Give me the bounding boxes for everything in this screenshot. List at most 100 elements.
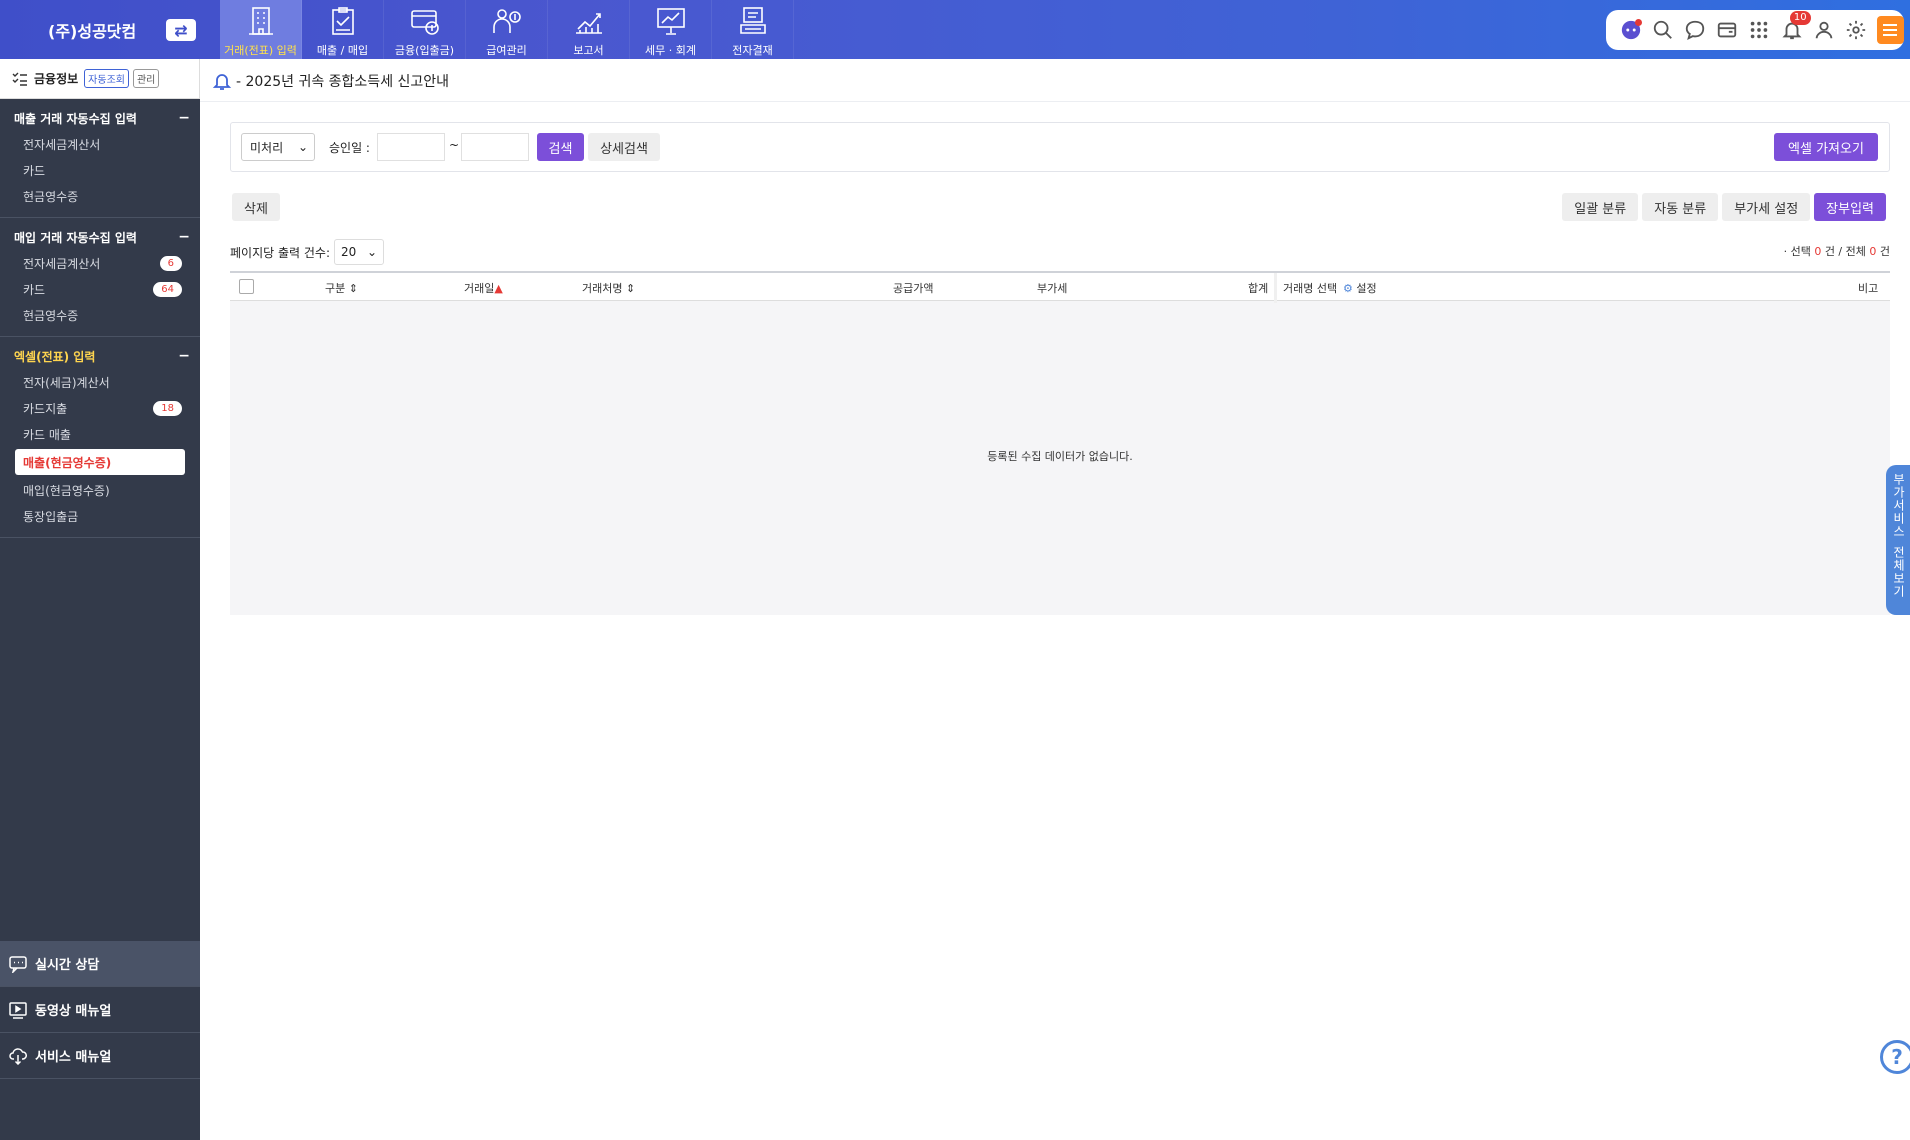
sidebar-item-purchase-tax-invoice[interactable]: 전자세금계산서 6 — [0, 250, 200, 276]
company-name[interactable]: (주)성공닷컴 — [48, 18, 136, 42]
hamburger-icon — [1883, 34, 1898, 36]
sidebar-item-purchase-cash-receipt[interactable]: 현금영수증 — [0, 302, 200, 328]
menu-label: 금융(입출금) — [394, 44, 455, 57]
hamburger-menu-button[interactable] — [1876, 16, 1904, 44]
menu-payroll[interactable]: 급여관리 — [466, 0, 548, 59]
user-button[interactable] — [1811, 17, 1837, 44]
menu-finance[interactable]: 금융(입출금) — [384, 0, 466, 59]
checklist-icon — [12, 72, 27, 86]
video-manual-link[interactable]: 동영상 매뉴얼 — [0, 987, 200, 1033]
menu-sales-purchase[interactable]: 매출 / 매입 — [302, 0, 384, 59]
count-badge: 18 — [153, 400, 182, 416]
sidebar-item-sales-cash-receipt[interactable]: 현금영수증 — [0, 183, 200, 209]
hamburger-icon — [1883, 24, 1898, 26]
count-suffix: 건 — [1879, 245, 1890, 258]
manage-button[interactable]: 관리 — [132, 69, 160, 88]
col-vendor-sort[interactable]: 거래처명 ⇕ — [582, 280, 635, 296]
presentation-icon — [656, 8, 685, 35]
sidebar-item-purchase-cash-receipt-excel[interactable]: 매입(현금영수증) — [0, 477, 200, 503]
cloud-download-icon — [9, 1047, 27, 1065]
video-manual-label: 동영상 매뉴얼 — [35, 1004, 112, 1019]
sidebar: 금융정보 자동조회 관리 매출 거래 자동수집 입력 − 전자세금계산서 카드 현… — [0, 59, 200, 1140]
sidebar-item-sales-card[interactable]: 카드 — [0, 157, 200, 183]
swap-icon[interactable]: ⇄ — [166, 19, 196, 41]
count-badge: 6 — [159, 255, 182, 271]
notice-banner[interactable]: - 2025년 귀속 종합소득세 신고안내 — [212, 69, 449, 93]
collapse-icon[interactable]: − — [178, 229, 190, 245]
notification-button[interactable]: 10 — [1779, 10, 1811, 44]
search-icon — [1653, 20, 1673, 39]
delete-button[interactable]: 삭제 — [232, 193, 280, 221]
approval-date-label: 승인일 : — [329, 141, 370, 155]
new-dot — [1635, 18, 1643, 26]
ledger-entry-button[interactable]: 장부입력 — [1814, 193, 1886, 221]
sidebar-group-title[interactable]: 매출 거래 자동수집 입력 − — [0, 105, 200, 131]
col-date-sort[interactable]: 거래일▲ — [464, 280, 503, 296]
sidebar-group-sales-auto: 매출 거래 자동수집 입력 − 전자세금계산서 카드 현금영수증 — [0, 99, 200, 218]
data-table: 구분 ⇕ 거래일▲ 거래처명 ⇕ 공급가액 부가세 합계 거래명 선택 ⚙ 설정… — [230, 271, 1890, 615]
menu-voucher-entry[interactable]: 거래(전표) 입력 — [220, 0, 302, 59]
extra-services-tab[interactable]: 부가서비스 전체보기 — [1886, 465, 1910, 615]
search-button[interactable]: 검색 — [537, 133, 584, 161]
menu-report[interactable]: 보고서 — [548, 0, 630, 59]
settings-button[interactable] — [1843, 17, 1869, 44]
sidebar-item-bank-transactions[interactable]: 통장입출금 — [0, 503, 200, 529]
total-count: 0 — [1869, 245, 1877, 258]
end-date-input[interactable] — [461, 133, 529, 161]
start-date-input[interactable] — [377, 133, 445, 161]
sidebar-item-label: 카드 — [23, 163, 46, 178]
sidebar-item-label: 전자세금계산서 — [23, 137, 101, 152]
service-manual-link[interactable]: 서비스 매뉴얼 — [0, 1033, 200, 1079]
extra-services-label: 부가서비스 — [1891, 473, 1906, 538]
status-select[interactable]: 미처리 ⌄ — [241, 133, 315, 161]
main-content: - 2025년 귀속 종합소득세 신고안내 미처리 ⌄ 승인일 : ~ 검색 상… — [200, 59, 1910, 1140]
selection-count: · 선택 0 건 / 전체 0 건 — [1784, 243, 1890, 259]
empty-table-message: 등록된 수집 데이터가 없습니다. — [987, 450, 1133, 463]
menu-tax-accounting[interactable]: 세무 · 회계 — [630, 0, 712, 59]
sidebar-item-card-expense[interactable]: 카드지출 18 — [0, 395, 200, 421]
select-all-checkbox[interactable] — [239, 279, 254, 294]
status-select-value: 미처리 — [250, 140, 284, 155]
advanced-search-button[interactable]: 상세검색 — [588, 133, 660, 161]
menu-e-approval[interactable]: 전자결재 — [712, 0, 794, 59]
sidebar-item-label: 매출(현금영수증) — [23, 455, 112, 470]
group-title-text: 엑셀(전표) 입력 — [14, 349, 96, 364]
menu-label: 급여관리 — [486, 44, 527, 57]
payroll-icon — [492, 9, 521, 33]
count-prefix: · 선택 — [1783, 245, 1811, 258]
search-button[interactable] — [1650, 17, 1676, 44]
table-header: 구분 ⇕ 거래일▲ 거래처명 ⇕ 공급가액 부가세 합계 거래명 선택 ⚙ 설정… — [230, 271, 1890, 303]
vat-setting-button[interactable]: 부가세 설정 — [1722, 193, 1811, 221]
sidebar-item-e-invoice[interactable]: 전자(세금)계산서 — [0, 369, 200, 395]
gear-icon — [1846, 20, 1865, 40]
per-page-select[interactable]: 20 ⌄ — [334, 239, 384, 265]
clipboard-check-icon — [331, 7, 354, 35]
live-chat-link[interactable]: 실시간 상담 — [0, 941, 200, 987]
sidebar-group-title[interactable]: 엑셀(전표) 입력 − — [0, 343, 200, 369]
auto-classify-button[interactable]: 자동 분류 — [1642, 193, 1719, 221]
chevron-down-icon: ⌄ — [297, 140, 308, 154]
sort-asc-icon: ▲ — [494, 282, 503, 295]
chatbot-button[interactable] — [1618, 17, 1644, 44]
import-excel-button[interactable]: 엑셀 가져오기 — [1774, 133, 1878, 161]
menu-label: 보고서 — [573, 44, 604, 57]
divider — [200, 101, 1910, 102]
col-type-sort[interactable]: 구분 ⇕ — [325, 280, 358, 296]
bulk-classify-button[interactable]: 일괄 분류 — [1562, 193, 1639, 221]
sidebar-bottom-links: 실시간 상담 동영상 매뉴얼 서비스 매뉴얼 — [0, 941, 200, 1079]
collapse-icon[interactable]: − — [178, 110, 190, 126]
sidebar-item-sales-cash-receipt-selected[interactable]: 매출(현금영수증) — [15, 449, 185, 475]
wallet-button[interactable] — [1714, 17, 1740, 44]
collapse-icon[interactable]: − — [178, 348, 190, 364]
sidebar-group-title[interactable]: 매입 거래 자동수집 입력 − — [0, 224, 200, 250]
apps-button[interactable] — [1746, 17, 1772, 44]
help-icon[interactable]: ? — [1880, 1040, 1910, 1074]
col-supply-amount: 공급가액 — [893, 282, 934, 295]
sidebar-item-purchase-card[interactable]: 카드 64 — [0, 276, 200, 302]
utility-toolbar: 10 — [1606, 10, 1904, 50]
account-setting-button[interactable]: ⚙ 설정 — [1343, 280, 1377, 296]
message-button[interactable] — [1682, 17, 1708, 44]
sidebar-item-card-sales[interactable]: 카드 매출 — [0, 421, 200, 447]
auto-inquiry-button[interactable]: 자동조회 — [84, 69, 129, 88]
sidebar-item-sales-tax-invoice[interactable]: 전자세금계산서 — [0, 131, 200, 157]
